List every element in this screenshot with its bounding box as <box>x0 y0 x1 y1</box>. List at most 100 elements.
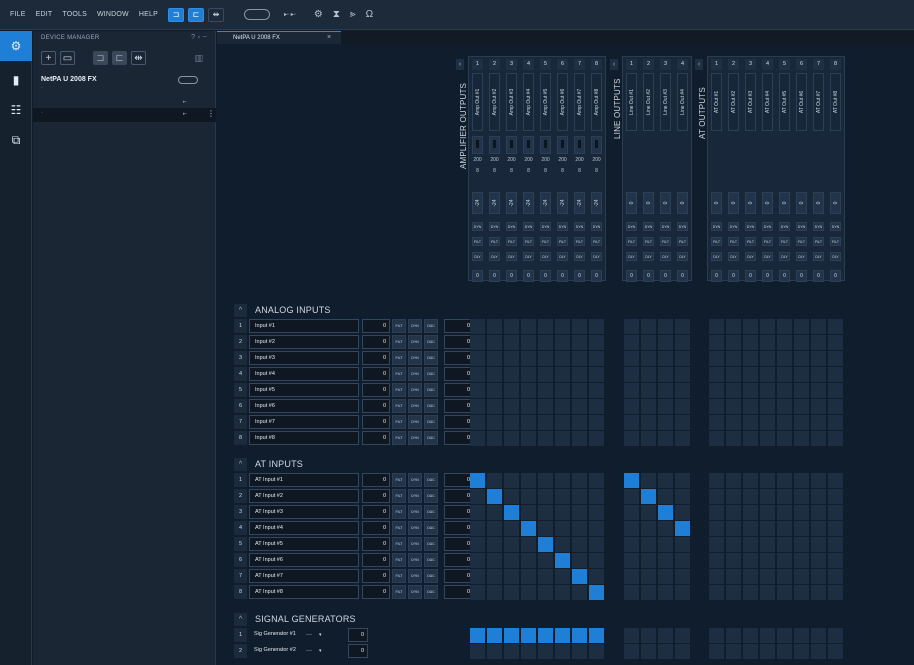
crosspoint[interactable] <box>589 585 604 600</box>
crosspoint[interactable] <box>504 489 519 504</box>
crosspoint[interactable] <box>538 383 553 398</box>
view-split-icon[interactable]: ⊏ <box>112 51 127 65</box>
output-proc-filt-button[interactable]: FILT <box>677 237 688 246</box>
crosspoint[interactable] <box>487 553 502 568</box>
generator-select-icon[interactable]: ▾ <box>319 644 327 658</box>
crosspoint[interactable] <box>521 431 536 446</box>
scroll-left-icon[interactable]: ‹ <box>456 59 464 70</box>
crosspoint[interactable] <box>794 351 809 366</box>
crosspoint[interactable] <box>709 399 724 414</box>
output-proc-filt-button[interactable]: FILT <box>779 237 790 246</box>
input-filter-button[interactable]: FILT <box>392 335 406 349</box>
output-gain[interactable]: 0 <box>643 192 654 214</box>
crosspoint[interactable] <box>624 335 639 350</box>
crosspoint[interactable] <box>743 415 758 430</box>
crosspoint[interactable] <box>760 399 775 414</box>
crosspoint[interactable] <box>743 351 758 366</box>
crosspoint[interactable] <box>811 415 826 430</box>
output-name[interactable]: Amp Out #5 <box>540 73 551 131</box>
crosspoint[interactable] <box>641 319 656 334</box>
crosspoint[interactable] <box>538 521 553 536</box>
crosspoint[interactable] <box>538 351 553 366</box>
crosspoint[interactable] <box>538 473 553 488</box>
output-name[interactable]: AT Out #6 <box>796 73 807 131</box>
crosspoint[interactable] <box>743 537 758 552</box>
crosspoint[interactable] <box>828 628 843 643</box>
crosspoint[interactable] <box>470 644 485 659</box>
input-gain-field[interactable]: 0 <box>362 473 390 487</box>
input-filter-button[interactable]: FILT <box>392 505 406 519</box>
crosspoint[interactable] <box>777 335 792 350</box>
crosspoint[interactable] <box>726 505 741 520</box>
crosspoint[interactable] <box>470 585 485 600</box>
input-dynamics-button[interactable]: DYN <box>408 521 422 535</box>
input-name-field[interactable]: Input #6 <box>249 399 359 413</box>
crosspoint[interactable] <box>538 644 553 659</box>
crosspoint[interactable] <box>777 431 792 446</box>
crosspoint[interactable] <box>777 399 792 414</box>
crosspoint[interactable] <box>743 628 758 643</box>
crosspoint[interactable] <box>726 569 741 584</box>
input-gain-field[interactable]: 0 <box>362 569 390 583</box>
crosspoint[interactable] <box>777 367 792 382</box>
crosspoint[interactable] <box>709 489 724 504</box>
crosspoint[interactable] <box>675 431 690 446</box>
crosspoint[interactable] <box>743 319 758 334</box>
crosspoint[interactable] <box>743 505 758 520</box>
output-proc-dly-button[interactable]: DLY <box>540 252 551 261</box>
crosspoint[interactable] <box>538 585 553 600</box>
input-filter-button[interactable]: FILT <box>392 431 406 445</box>
crosspoint[interactable] <box>760 537 775 552</box>
crosspoint[interactable] <box>555 628 570 643</box>
crosspoint[interactable] <box>641 431 656 446</box>
crosspoint[interactable] <box>589 537 604 552</box>
output-proc-dyn-button[interactable]: DYN <box>660 222 671 231</box>
output-gain[interactable]: -24 <box>540 192 551 214</box>
crosspoint[interactable] <box>794 537 809 552</box>
crosspoint[interactable] <box>777 644 792 659</box>
crosspoint[interactable] <box>794 431 809 446</box>
crosspoint[interactable] <box>521 383 536 398</box>
output-gain[interactable]: 0 <box>677 192 688 214</box>
crosspoint[interactable] <box>760 383 775 398</box>
device-toggle[interactable] <box>178 76 198 84</box>
amp-level-fader[interactable] <box>489 136 500 154</box>
crosspoint[interactable] <box>555 383 570 398</box>
crosspoint[interactable] <box>811 489 826 504</box>
output-proc-filt-button[interactable]: FILT <box>557 237 568 246</box>
crosspoint[interactable] <box>641 537 656 552</box>
output-delay[interactable]: 0 <box>591 270 602 282</box>
crosspoint[interactable] <box>828 569 843 584</box>
output-proc-dly-button[interactable]: DLY <box>711 252 722 261</box>
crosspoint[interactable] <box>658 415 673 430</box>
section-header[interactable]: ^ AT INPUTS <box>234 457 474 471</box>
crosspoint[interactable] <box>538 399 553 414</box>
output-delay[interactable]: 0 <box>643 270 654 282</box>
output-number[interactable]: 4 <box>677 59 688 70</box>
output-number[interactable]: 4 <box>762 59 773 70</box>
output-proc-dyn-button[interactable]: DYN <box>677 222 688 231</box>
crosspoint[interactable] <box>470 553 485 568</box>
crosspoint[interactable] <box>538 553 553 568</box>
crosspoint[interactable] <box>504 569 519 584</box>
crosspoint[interactable] <box>538 431 553 446</box>
output-number[interactable]: 8 <box>830 59 841 70</box>
crosspoint[interactable] <box>760 473 775 488</box>
input-filter-button[interactable]: FILT <box>392 383 406 397</box>
crosspoint[interactable] <box>538 505 553 520</box>
crosspoint[interactable] <box>794 319 809 334</box>
input-ducker-button[interactable]: DUC <box>424 585 438 599</box>
crosspoint[interactable] <box>726 553 741 568</box>
input-filter-button[interactable]: FILT <box>392 585 406 599</box>
input-dynamics-button[interactable]: DYN <box>408 383 422 397</box>
output-proc-filt-button[interactable]: FILT <box>472 237 483 246</box>
output-proc-filt-button[interactable]: FILT <box>574 237 585 246</box>
output-delay[interactable]: 0 <box>796 270 807 282</box>
crosspoint[interactable] <box>828 319 843 334</box>
collapse-icon[interactable]: ^ <box>234 303 247 317</box>
crosspoint[interactable] <box>760 553 775 568</box>
devices-icon[interactable]: ⚙ <box>0 31 32 61</box>
crosspoint[interactable] <box>555 569 570 584</box>
crosspoint[interactable] <box>777 569 792 584</box>
output-proc-dyn-button[interactable]: DYN <box>523 222 534 231</box>
